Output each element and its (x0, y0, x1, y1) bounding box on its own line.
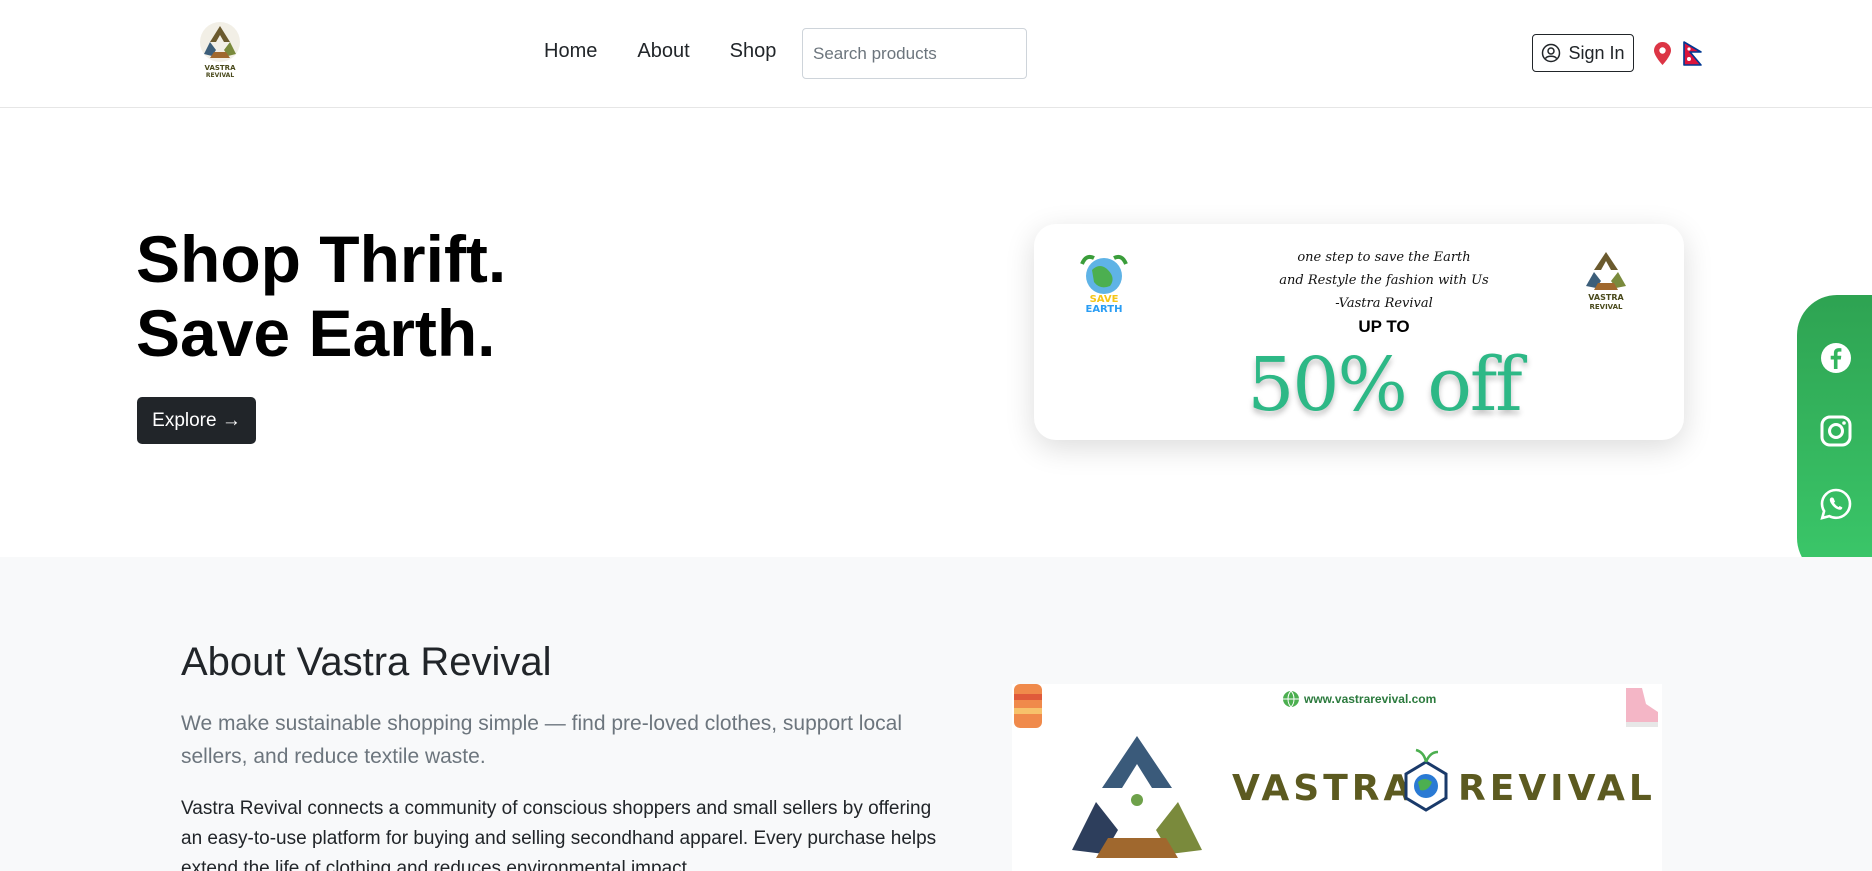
location-pin-icon[interactable] (1654, 42, 1671, 65)
banner-upto: UP TO (1358, 317, 1410, 336)
about-brand-left: VASTRA (1232, 768, 1416, 809)
whatsapp-link[interactable] (1819, 487, 1853, 521)
hero-title-line1: Shop Thrift. (136, 222, 507, 296)
explore-button[interactable]: Explore → (137, 397, 256, 444)
svg-text:EARTH: EARTH (1085, 304, 1122, 314)
globe-icon (1283, 690, 1299, 708)
banner-quote-line3: -Vastra Revival (1335, 296, 1433, 311)
main-nav: Home About Shop (544, 40, 776, 63)
svg-text:REVIVAL: REVIVAL (1589, 303, 1623, 310)
site-header: VASTRA REVIVAL Home About Shop Sign In (0, 0, 1872, 108)
svg-text:VASTRA: VASTRA (1588, 293, 1624, 302)
about-brand-right: REVIVAL (1458, 768, 1656, 809)
hero-title: Shop Thrift. Save Earth. (136, 222, 506, 370)
recycle-logo-icon: VASTRA REVIVAL (1586, 252, 1626, 310)
facebook-icon (1821, 343, 1851, 373)
nav-home[interactable]: Home (544, 40, 597, 63)
about-title: About Vastra Revival (181, 640, 552, 684)
about-url: www.vastrarevival.com (1304, 692, 1437, 706)
sweater-icon (1014, 684, 1042, 728)
recycle-logo-icon: VASTRA REVIVAL (200, 22, 240, 79)
save-earth-badge-icon: SAVE EARTH (1080, 254, 1128, 314)
promo-banner[interactable]: SAVE EARTH one step to save the Earth an… (1034, 224, 1684, 440)
nav-shop[interactable]: Shop (730, 40, 777, 63)
banner-quote: one step to save the Earth and Restyle t… (1234, 246, 1534, 315)
sign-in-label: Sign In (1568, 42, 1625, 63)
about-lead: We make sustainable shopping simple — fi… (181, 712, 902, 768)
facebook-link[interactable] (1819, 341, 1853, 375)
about-brand-image: www.vastrarevival.com VASTRA REVIVAL (1012, 684, 1662, 871)
sign-in-button[interactable]: Sign In (1532, 34, 1634, 72)
banner-quote-line1: one step to save the Earth (1297, 250, 1471, 265)
user-circle-icon (1542, 43, 1561, 63)
nepal-flag-icon[interactable] (1683, 41, 1703, 66)
hero-title-line2: Save Earth. (136, 296, 496, 370)
search-input[interactable] (802, 28, 1027, 79)
svg-text:VASTRA: VASTRA (205, 64, 237, 72)
banner-quote-line2: and Restyle the fashion with Us (1279, 273, 1489, 288)
instagram-icon (1820, 415, 1852, 447)
banner-offer: 50% off (1247, 342, 1522, 428)
nav-about[interactable]: About (637, 40, 689, 63)
sneakers-icon (1626, 688, 1658, 727)
social-sidebar (1797, 295, 1872, 578)
site-logo[interactable]: VASTRA REVIVAL (190, 20, 250, 79)
about-body: Vastra Revival connects a community of c… (181, 798, 937, 871)
whatsapp-icon (1820, 488, 1852, 520)
svg-text:REVIVAL: REVIVAL (206, 72, 234, 78)
instagram-link[interactable] (1819, 414, 1853, 448)
recycle-clothes-logo-icon (1072, 736, 1202, 858)
earth-hexagon-icon (1404, 748, 1448, 812)
